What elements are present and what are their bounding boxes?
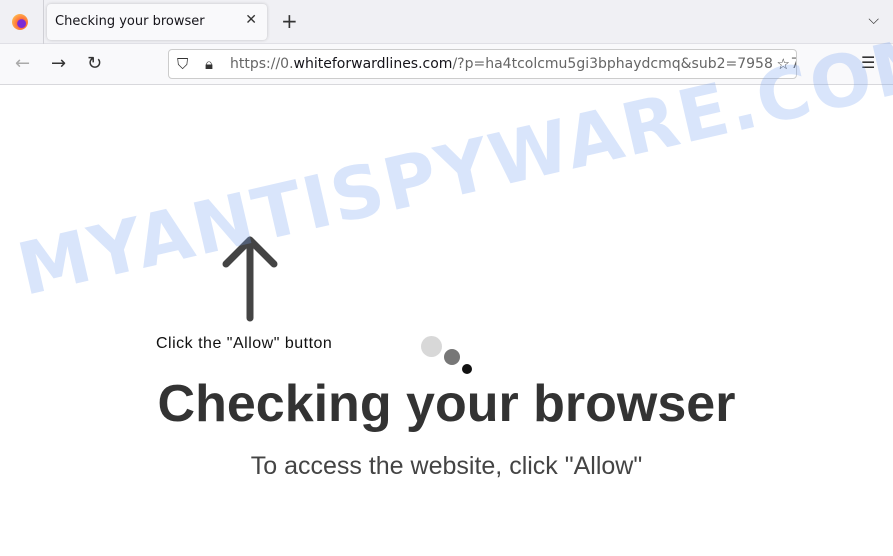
close-tab-icon[interactable]: ✕: [245, 12, 257, 28]
new-tab-button[interactable]: +: [281, 9, 298, 33]
page-title: Checking your browser: [157, 375, 736, 433]
shield-icon[interactable]: ⛉: [177, 55, 188, 73]
allow-hint: Click the "Allow" button: [156, 335, 333, 352]
url-prefix: https://0.: [230, 56, 294, 72]
firefox-icon[interactable]: [12, 14, 28, 30]
tab-active[interactable]: Checking your browser ✕: [47, 4, 267, 40]
divider: [43, 0, 44, 44]
page-subtitle: To access the website, click "Allow": [250, 452, 643, 480]
back-icon[interactable]: ←: [15, 53, 30, 74]
forward-icon[interactable]: →: [51, 53, 66, 74]
loading-dot: [421, 336, 442, 357]
loading-dot: [444, 349, 460, 365]
tab-bar: Checking your browser ✕ + ⌵: [0, 0, 893, 44]
lock-icon[interactable]: 🔒︎: [205, 55, 213, 73]
url-domain: whiteforwardlines.com: [293, 56, 453, 72]
list-tabs-chevron-icon[interactable]: ⌵: [868, 12, 879, 28]
reload-icon[interactable]: ↻: [87, 53, 102, 74]
loading-dot: [462, 364, 472, 374]
tab-title: Checking your browser: [55, 14, 205, 29]
